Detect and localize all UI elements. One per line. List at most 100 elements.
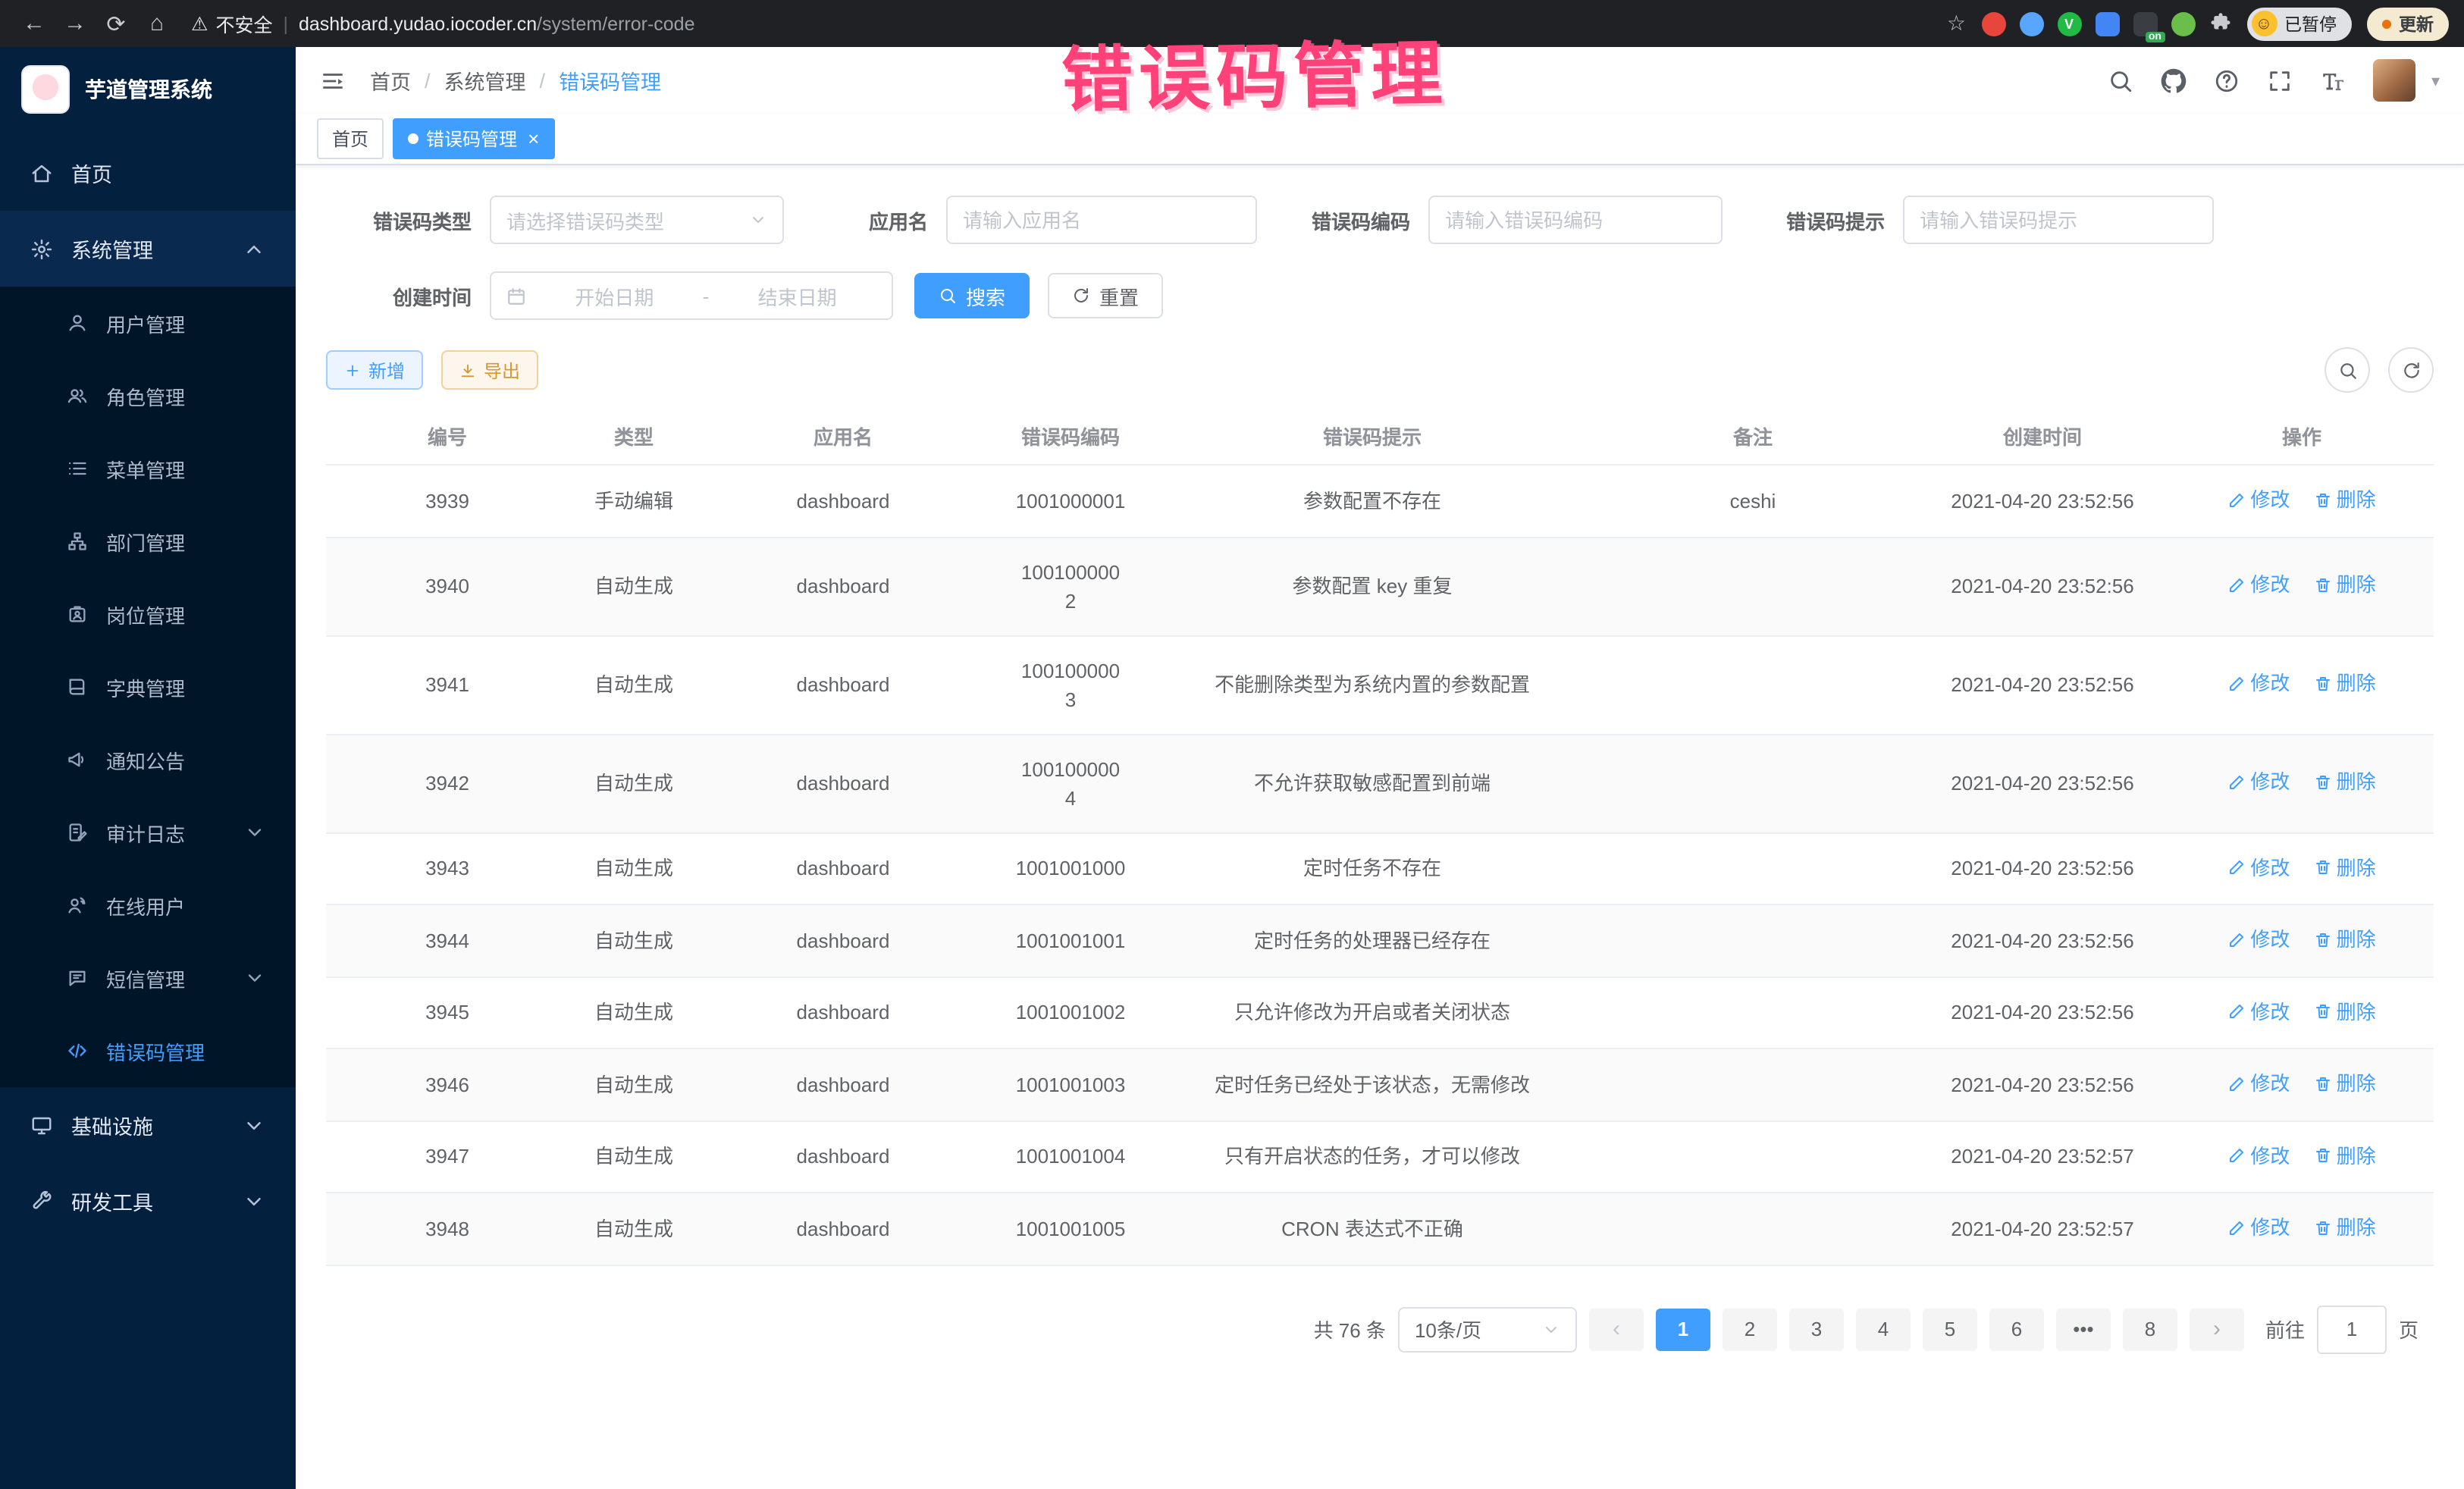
- page-ellipsis[interactable]: •••: [2056, 1308, 2111, 1350]
- profile-paused-chip[interactable]: ☺ 已暂停: [2246, 7, 2352, 40]
- header-search-button[interactable]: [2108, 67, 2134, 93]
- edit-button[interactable]: 修改: [2227, 768, 2290, 797]
- menu-fold-button[interactable]: [320, 67, 346, 93]
- page-button-3[interactable]: 3: [1789, 1308, 1844, 1350]
- bookmark-star-icon[interactable]: ☆: [1947, 11, 1966, 36]
- page-button-5[interactable]: 5: [1923, 1308, 1977, 1350]
- caret-down-icon[interactable]: ▾: [2431, 71, 2440, 90]
- sidebar-item-system-management[interactable]: 系统管理: [0, 211, 296, 287]
- breadcrumb-item-home[interactable]: 首页: [370, 65, 411, 96]
- delete-button[interactable]: 删除: [2314, 669, 2376, 698]
- sidebar-item-menu-management[interactable]: 菜单管理: [0, 432, 296, 505]
- edit-button[interactable]: 修改: [2227, 485, 2290, 514]
- tab-error-code[interactable]: 错误码管理 ×: [393, 118, 554, 159]
- next-page-button[interactable]: ›: [2190, 1308, 2244, 1350]
- sidebar-item-dict-management[interactable]: 字典管理: [0, 650, 296, 723]
- delete-button[interactable]: 删除: [2314, 768, 2376, 797]
- tab-home[interactable]: 首页: [317, 118, 384, 159]
- extension-icon-blue[interactable]: [2019, 11, 2043, 36]
- extension-icon-vue[interactable]: V: [2057, 11, 2081, 36]
- export-button[interactable]: 导出: [441, 350, 538, 390]
- extension-icon-red[interactable]: [1981, 11, 2005, 36]
- fullscreen-button[interactable]: [2268, 67, 2293, 93]
- page-size-select[interactable]: 10条/页: [1398, 1306, 1577, 1352]
- add-button[interactable]: 新增: [326, 350, 423, 390]
- delete-button[interactable]: 删除: [2314, 1069, 2376, 1098]
- delete-button[interactable]: 删除: [2314, 997, 2376, 1026]
- delete-button[interactable]: 删除: [2314, 571, 2376, 600]
- toolbar-search-toggle-button[interactable]: [2324, 347, 2370, 393]
- page-button-4[interactable]: 4: [1856, 1308, 1911, 1350]
- sidebar-item-user-management[interactable]: 用户管理: [0, 287, 296, 359]
- breadcrumb-item-system[interactable]: 系统管理: [444, 65, 526, 96]
- cell-type: 手动编辑: [569, 465, 699, 537]
- edit-button[interactable]: 修改: [2227, 1141, 2290, 1170]
- font-size-button[interactable]: [2321, 67, 2346, 93]
- table-row: 3939 手动编辑 dashboard 1001000001 参数配置不存在 c…: [326, 465, 2434, 537]
- cell-app: dashboard: [699, 904, 987, 976]
- sidebar-item-post-management[interactable]: 岗位管理: [0, 578, 296, 650]
- extensions-puzzle-icon[interactable]: [2209, 12, 2231, 35]
- security-chip[interactable]: ⚠ 不安全: [191, 9, 272, 38]
- user-avatar[interactable]: [2374, 59, 2416, 102]
- browser-home-button[interactable]: ⌂: [138, 5, 176, 42]
- github-button[interactable]: [2161, 67, 2187, 93]
- extension-icon-green[interactable]: [2171, 11, 2195, 36]
- page-button-2[interactable]: 2: [1723, 1308, 1777, 1350]
- cell-code: 1001000002: [987, 537, 1154, 635]
- edit-button[interactable]: 修改: [2227, 997, 2290, 1026]
- sidebar-item-infrastructure[interactable]: 基础设施: [0, 1087, 296, 1163]
- delete-button[interactable]: 删除: [2314, 853, 2376, 882]
- browser-update-button[interactable]: 更新: [2367, 7, 2449, 40]
- address-bar[interactable]: ⚠ 不安全 | dashboard.yudao.iocoder.cn/syste…: [191, 9, 1966, 38]
- edit-button[interactable]: 修改: [2227, 1213, 2290, 1242]
- error-code-input[interactable]: [1428, 196, 1723, 244]
- search-icon: [939, 287, 957, 305]
- close-icon[interactable]: ×: [528, 127, 539, 150]
- cell-type: 自动生成: [569, 1049, 699, 1121]
- chevron-down-icon: [243, 1114, 265, 1136]
- page-button-6[interactable]: 6: [1989, 1308, 2044, 1350]
- edit-button[interactable]: 修改: [2227, 853, 2290, 882]
- goto-page-input[interactable]: [2317, 1305, 2387, 1353]
- sidebar-item-error-code-management[interactable]: 错误码管理: [0, 1014, 296, 1087]
- extension-icon-dark[interactable]: on: [2133, 11, 2157, 36]
- sidebar-item-dev-tools[interactable]: 研发工具: [0, 1163, 296, 1239]
- sidebar-item-notice[interactable]: 通知公告: [0, 723, 296, 796]
- sidebar-item-dept-management[interactable]: 部门管理: [0, 505, 296, 578]
- app-name-input[interactable]: [946, 196, 1257, 244]
- forward-button[interactable]: →: [56, 5, 94, 42]
- edit-button[interactable]: 修改: [2227, 925, 2290, 954]
- sidebar-item-role-management[interactable]: 角色管理: [0, 359, 296, 432]
- extension-icon-grid[interactable]: [2095, 11, 2119, 36]
- cell-remark: [1591, 1049, 1915, 1121]
- error-type-select[interactable]: 请选择错误码类型: [490, 196, 784, 244]
- delete-button[interactable]: 删除: [2314, 925, 2376, 954]
- sidebar-item-audit-log[interactable]: 审计日志: [0, 796, 296, 869]
- error-message-input[interactable]: [1903, 196, 2214, 244]
- page-button-8[interactable]: 8: [2123, 1308, 2177, 1350]
- sidebar-item-home[interactable]: 首页: [0, 135, 296, 211]
- edit-button[interactable]: 修改: [2227, 1069, 2290, 1098]
- sidebar-item-online-users[interactable]: 在线用户: [0, 869, 296, 942]
- edit-icon: [2227, 576, 2246, 594]
- announcement-icon: [67, 749, 88, 770]
- delete-button[interactable]: 删除: [2314, 485, 2376, 514]
- create-time-range-picker[interactable]: 开始日期 - 结束日期: [490, 271, 893, 320]
- badge-icon: [67, 603, 88, 625]
- delete-button[interactable]: 删除: [2314, 1141, 2376, 1170]
- help-button[interactable]: [2215, 67, 2240, 93]
- reset-button[interactable]: 重置: [1048, 273, 1163, 318]
- toolbar-refresh-button[interactable]: [2388, 347, 2434, 393]
- delete-button[interactable]: 删除: [2314, 1213, 2376, 1242]
- page-button-1[interactable]: 1: [1656, 1308, 1710, 1350]
- reload-button[interactable]: ⟳: [97, 5, 135, 42]
- app-logo[interactable]: 芋道管理系统: [0, 47, 296, 132]
- prev-page-button[interactable]: ‹: [1589, 1308, 1644, 1350]
- sidebar-item-sms-management[interactable]: 短信管理: [0, 942, 296, 1014]
- edit-button[interactable]: 修改: [2227, 669, 2290, 698]
- back-button[interactable]: ←: [15, 5, 53, 42]
- edit-button[interactable]: 修改: [2227, 571, 2290, 600]
- delete-icon: [2314, 491, 2332, 509]
- search-button[interactable]: 搜索: [914, 273, 1030, 318]
